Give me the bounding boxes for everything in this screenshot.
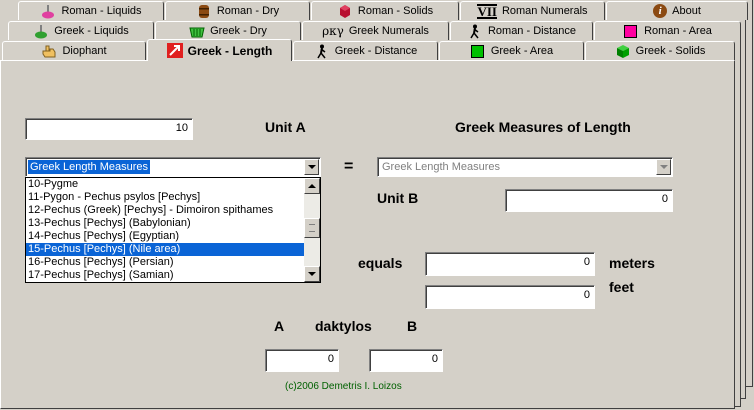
- flask-icon: [40, 4, 56, 19]
- daktylos-label: daktylos: [315, 318, 372, 334]
- list-item[interactable]: 17-Pechus [Pechys] (Samian): [26, 269, 304, 282]
- tab-roman-distance[interactable]: Roman - Distance: [450, 21, 593, 40]
- list-item[interactable]: 11-Pygon - Pechus psylos [Pechys]: [26, 191, 304, 204]
- tab-label: Greek - Liquids: [54, 25, 129, 37]
- gem-icon: [337, 4, 353, 19]
- tab-label: Greek - Length: [187, 43, 273, 58]
- tab-label: Diophant: [62, 45, 107, 57]
- equals-label: equals: [358, 255, 403, 271]
- tab-label: Greek - Dry: [210, 25, 267, 37]
- tab-label: About: [672, 5, 701, 17]
- unit-a-label: Unit A: [265, 119, 306, 135]
- tab-greek-numerals[interactable]: ρκγ Greek Numerals: [302, 21, 449, 40]
- tab-greek-dry[interactable]: Greek - Dry: [155, 21, 301, 40]
- tab-diophant[interactable]: Diophant: [2, 41, 146, 60]
- unit-a-combo[interactable]: Greek Length Measures: [25, 157, 321, 177]
- tab-label: Greek Numerals: [348, 25, 429, 37]
- scroll-up-icon[interactable]: [304, 178, 320, 194]
- tab-roman-solids[interactable]: Roman - Solids: [311, 1, 459, 20]
- feet-label: feet: [609, 279, 634, 295]
- tab-label: Greek - Distance: [334, 45, 418, 57]
- unit-b-output[interactable]: 0: [505, 189, 673, 212]
- tab-greek-area[interactable]: Greek - Area: [439, 41, 584, 60]
- combo-b-value: Greek Length Measures: [382, 161, 501, 173]
- tab-about[interactable]: i About: [606, 1, 748, 20]
- tab-label: Roman - Dry: [216, 5, 280, 17]
- square-icon: [470, 44, 486, 59]
- roman-numeral-icon: VII: [477, 3, 497, 19]
- tab-roman-area[interactable]: Roman - Area: [594, 21, 741, 40]
- daktylos-b-output[interactable]: 0: [369, 349, 443, 372]
- a-label: A: [274, 318, 285, 334]
- greek-length-panel: 10 Unit A Greek Measures of Length Greek…: [0, 60, 735, 409]
- meters-output[interactable]: 0: [425, 252, 595, 276]
- list-item[interactable]: 15-Pechus [Pechys] (Nile area): [26, 243, 304, 256]
- tab-roman-dry[interactable]: Roman - Dry: [165, 1, 310, 20]
- list-item[interactable]: 14-Pechus [Pechys] (Egyptian): [26, 230, 304, 243]
- tab-label: Roman Numerals: [501, 5, 588, 17]
- list-item[interactable]: 10-Pygme: [26, 178, 304, 191]
- tab-label: Roman - Liquids: [61, 5, 142, 17]
- chevron-down-icon[interactable]: [304, 159, 319, 175]
- copyright-text: (c)2006 Demetris I. Loizos: [285, 381, 402, 392]
- walker-icon: [467, 24, 483, 39]
- daktylos-a-output[interactable]: 0: [265, 349, 339, 372]
- hand-icon: [41, 44, 57, 59]
- chevron-down-icon[interactable]: [656, 159, 671, 175]
- tab-label: Greek - Area: [490, 45, 554, 57]
- list-items: 10-Pygme 11-Pygon - Pechus psylos [Pechys…: [26, 178, 304, 282]
- square-icon: [623, 24, 639, 39]
- tab-label: Roman - Solids: [357, 5, 434, 17]
- scroll-down-icon[interactable]: [304, 266, 320, 282]
- walker-icon: [314, 44, 330, 59]
- list-item[interactable]: 13-Pechus [Pechys] (Babylonian): [26, 217, 304, 230]
- list-item[interactable]: 16-Pechus [Pechys] (Persian): [26, 256, 304, 269]
- unit-b-combo[interactable]: Greek Length Measures: [377, 157, 673, 177]
- tab-label: Roman - Distance: [487, 25, 577, 37]
- tab-label: Roman - Area: [644, 25, 712, 37]
- greek-numeral-icon: ρκγ: [322, 24, 344, 38]
- feet-output[interactable]: 0: [425, 285, 595, 309]
- tab-roman-numerals[interactable]: VII Roman Numerals: [460, 1, 605, 20]
- scroll-thumb[interactable]: [304, 218, 320, 238]
- combo-a-value: Greek Length Measures: [28, 160, 151, 174]
- tab-greek-distance[interactable]: Greek - Distance: [293, 41, 438, 60]
- arrow-icon: [166, 43, 183, 58]
- meters-label: meters: [609, 255, 655, 271]
- tab-greek-solids[interactable]: Greek - Solids: [585, 41, 735, 60]
- unit-a-dropdown-list[interactable]: 10-Pygme 11-Pygon - Pechus psylos [Pechys…: [25, 177, 321, 283]
- list-item[interactable]: 12-Pechus (Greek) [Pechys] - Dimoiron sp…: [26, 204, 304, 217]
- barrel-icon: [196, 4, 212, 19]
- tab-greek-length[interactable]: Greek - Length: [147, 39, 292, 61]
- flask-icon: [33, 24, 49, 39]
- tab-roman-liquids[interactable]: Roman - Liquids: [18, 1, 164, 20]
- section-title: Greek Measures of Length: [455, 119, 631, 135]
- unit-a-input[interactable]: 10: [25, 118, 193, 140]
- cube-icon: [615, 44, 631, 59]
- tab-label: Greek - Solids: [635, 45, 706, 57]
- unit-b-label: Unit B: [377, 190, 419, 206]
- equals-sign: =: [344, 158, 354, 175]
- list-scrollbar[interactable]: [304, 178, 320, 282]
- info-icon: i: [653, 4, 668, 18]
- b-label: B: [407, 318, 418, 334]
- basket-icon: [189, 24, 205, 39]
- tab-greek-liquids[interactable]: Greek - Liquids: [8, 21, 154, 40]
